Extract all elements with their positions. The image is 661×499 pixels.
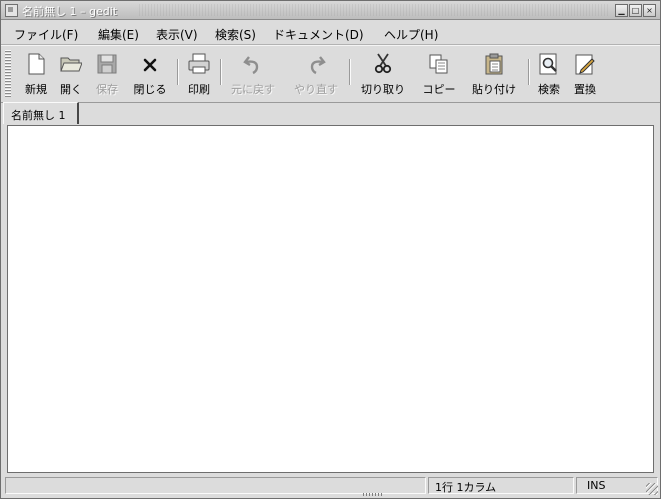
toolbar-separator: [349, 59, 351, 85]
tab-untitled-1[interactable]: 名前無し 1: [3, 102, 79, 124]
magnifier-icon: [539, 53, 557, 75]
copy-button[interactable]: コピー: [417, 50, 461, 98]
redo-button-label: やり直す: [294, 83, 338, 96]
editor-area: [7, 125, 654, 473]
status-message-box: [5, 477, 426, 494]
open-button[interactable]: 開く: [55, 50, 87, 98]
pencil-icon: [575, 54, 595, 75]
document-tabs: 名前無し 1: [1, 102, 660, 126]
menu-edit[interactable]: 編集(E): [98, 26, 139, 43]
minimize-button[interactable]: ▁: [615, 4, 628, 17]
new-button[interactable]: 新規: [20, 50, 52, 98]
close-document-button[interactable]: 閉じる: [128, 50, 172, 98]
tab-label: 名前無し 1: [11, 109, 66, 122]
new-button-label: 新規: [25, 83, 47, 96]
toolbar-separator: [528, 59, 530, 85]
toolbar-separator: [220, 59, 222, 85]
maximize-icon: □: [631, 6, 640, 15]
replace-button-label: 置換: [574, 83, 596, 96]
copy-button-label: コピー: [422, 83, 456, 96]
menu-bar: ファイル(F) 編集(E) 表示(V) 検索(S) ドキュメント(D) ヘルプ(…: [1, 20, 660, 45]
close-icon: [143, 58, 157, 72]
close-window-button[interactable]: ×: [643, 4, 656, 17]
save-button[interactable]: 保存: [91, 50, 123, 98]
cursor-position-box: 1行 1カラム: [428, 477, 574, 494]
status-bar: 1行 1カラム INS: [1, 475, 660, 497]
redo-button[interactable]: やり直す: [288, 50, 344, 98]
cut-button[interactable]: 切り取り: [356, 50, 410, 98]
cut-button-label: 切り取り: [361, 83, 405, 96]
minimize-icon: ▁: [618, 6, 625, 15]
toolbar-handle[interactable]: [5, 50, 11, 98]
undo-button-label: 元に戻す: [231, 83, 275, 96]
toolbar-separator: [177, 59, 179, 85]
menu-search[interactable]: 検索(S): [215, 26, 256, 43]
save-button-label: 保存: [96, 83, 118, 96]
undo-icon: [243, 56, 259, 75]
print-button[interactable]: 印刷: [183, 50, 215, 98]
insert-mode: INS: [587, 479, 606, 492]
bottom-edge-grip: [363, 493, 383, 496]
folder-icon: [60, 57, 82, 72]
print-button-label: 印刷: [188, 83, 210, 96]
printer-icon: [188, 53, 210, 74]
title-bar-grip: [139, 4, 609, 16]
paste-button[interactable]: 貼り付け: [466, 50, 522, 98]
maximize-button[interactable]: □: [629, 4, 642, 17]
window-menu-icon[interactable]: [5, 4, 18, 17]
scissors-icon: [374, 53, 392, 74]
menu-view[interactable]: 表示(V): [156, 26, 198, 43]
gedit-window: 名前無し 1 – gedit ▁ □ × ファイル(F) 編集(E) 表示(V)…: [0, 0, 661, 499]
replace-button[interactable]: 置換: [569, 50, 601, 98]
new-document-icon: [28, 53, 45, 75]
menu-help[interactable]: ヘルプ(H): [384, 26, 438, 43]
close-window-icon: ×: [646, 6, 653, 15]
floppy-disk-icon: [97, 54, 117, 74]
window-title: 名前無し 1 – gedit: [22, 5, 118, 18]
cursor-position: 1行 1カラム: [435, 481, 497, 494]
toolbar: 新規 開く 保存 閉じる 印刷 元に戻す やり直す 切り取り コピー 貼り付け …: [1, 45, 660, 103]
copy-icon: [429, 54, 448, 74]
find-button-label: 検索: [538, 83, 560, 96]
open-button-label: 開く: [60, 83, 82, 96]
redo-icon: [310, 56, 326, 75]
title-bar[interactable]: 名前無し 1 – gedit ▁ □ ×: [1, 1, 660, 20]
resize-grip[interactable]: [646, 483, 658, 495]
clipboard-icon: [485, 53, 503, 75]
menu-file[interactable]: ファイル(F): [14, 26, 78, 43]
close-document-label: 閉じる: [133, 83, 167, 96]
text-editor[interactable]: [10, 128, 651, 470]
find-button[interactable]: 検索: [533, 50, 565, 98]
paste-button-label: 貼り付け: [472, 83, 516, 96]
menu-documents[interactable]: ドキュメント(D): [273, 26, 364, 43]
undo-button[interactable]: 元に戻す: [225, 50, 281, 98]
